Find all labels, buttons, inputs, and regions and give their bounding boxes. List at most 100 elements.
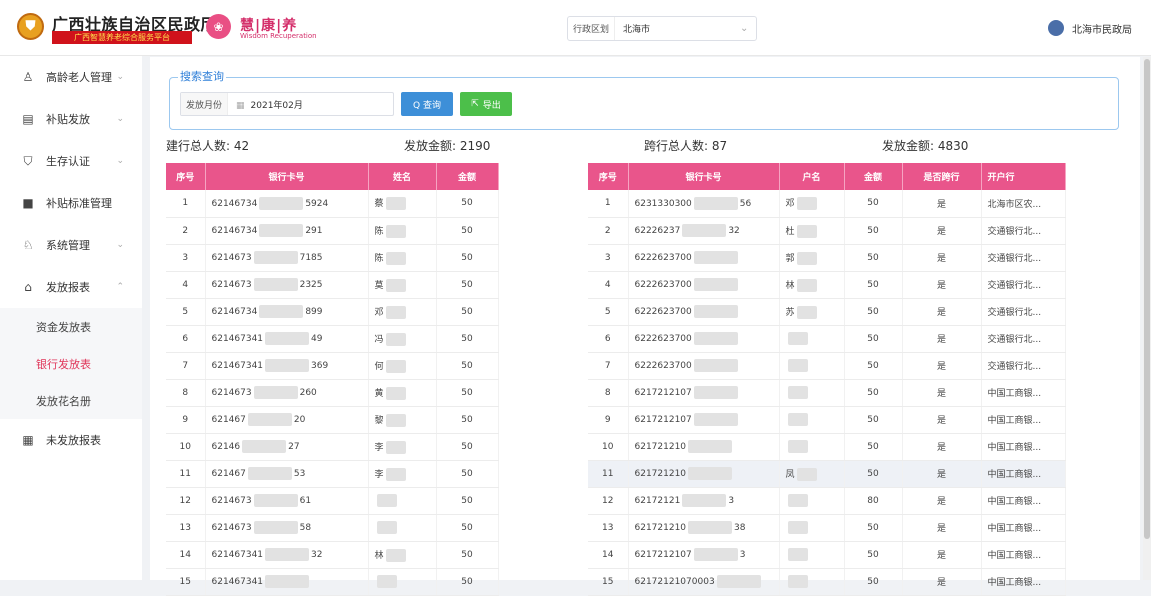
table-row[interactable]: 4 6222623700 林 50 是交通银行北... bbox=[588, 271, 1066, 299]
name-text: 邓 bbox=[785, 199, 795, 210]
cross-bank-cell: 是 bbox=[902, 406, 982, 434]
masked-region bbox=[787, 575, 808, 588]
table-header-row: 序号 银行卡号 姓名 金额 bbox=[166, 163, 499, 190]
table-row[interactable]: 8 6214673 260 黄 50 bbox=[166, 379, 499, 407]
masked-region bbox=[253, 278, 298, 291]
name-cell: 邓 bbox=[368, 298, 437, 326]
sidebar-item-label: 补贴标准管理 bbox=[46, 197, 112, 210]
table-row[interactable]: 10 621721210 50 是中国工商银... bbox=[588, 433, 1066, 461]
masked-region bbox=[787, 494, 808, 507]
table-row[interactable]: 9 6217212107 50 是中国工商银... bbox=[588, 406, 1066, 434]
amount-cell: 50 bbox=[844, 460, 903, 488]
amount-cell: 50 bbox=[844, 325, 903, 353]
amount-cell: 50 bbox=[436, 433, 499, 461]
month-picker[interactable]: 发放月份 ▦ 2021年02月 bbox=[180, 92, 394, 116]
card-number-prefix: 62146 bbox=[211, 442, 241, 452]
table-row[interactable]: 13 6214673 58 50 bbox=[166, 514, 499, 542]
name-cell: 莫 bbox=[368, 271, 437, 299]
table-row[interactable]: 7 621467341 369 何 50 bbox=[166, 352, 499, 380]
card-number-cell: 6231330300 56 bbox=[628, 190, 780, 218]
card-number-cell: 621467 53 bbox=[205, 460, 369, 488]
table-row[interactable]: 1 62146734 5924 蔡 50 bbox=[166, 190, 499, 218]
table-row[interactable]: 6 621467341 49 冯 50 bbox=[166, 325, 499, 353]
table-row[interactable]: 2 62146734 291 陈 50 bbox=[166, 217, 499, 245]
sidebar-item-label: 高龄老人管理 bbox=[46, 71, 112, 84]
table-row[interactable]: 12 6214673 61 50 bbox=[166, 487, 499, 515]
masked-region bbox=[385, 224, 406, 238]
table-row[interactable]: 13 621721210 38 50 是中国工商银... bbox=[588, 514, 1066, 542]
masked-region bbox=[385, 251, 406, 265]
table-row[interactable]: 6 6222623700 50 是交通银行北... bbox=[588, 325, 1066, 353]
user-menu[interactable]: 北海市民政局 bbox=[1048, 20, 1132, 36]
column-header: 是否跨行 bbox=[902, 163, 982, 190]
table-row[interactable]: 1 6231330300 56 邓 50 是北海市区农... bbox=[588, 190, 1066, 218]
sidebar-item-subsidy[interactable]: ▤ 补贴发放 ⌄ bbox=[0, 98, 142, 140]
sidebar-item-system[interactable]: ♘ 系统管理 ⌄ bbox=[0, 224, 142, 266]
masked-region bbox=[265, 359, 310, 372]
table-row[interactable]: 3 6222623700 郭 50 是交通银行北... bbox=[588, 244, 1066, 272]
index-cell: 14 bbox=[166, 541, 206, 569]
card-number-prefix: 6214673 bbox=[211, 280, 252, 290]
card-number-cell: 621721210 38 bbox=[628, 514, 780, 542]
card-number-prefix: 621467341 bbox=[211, 361, 264, 371]
table-row[interactable]: 11 621721210 凤 50 是中国工商银... bbox=[588, 460, 1066, 488]
table-row[interactable]: 11 621467 53 李 50 bbox=[166, 460, 499, 488]
page-scrollbar[interactable] bbox=[1143, 57, 1151, 580]
scrollbar-thumb[interactable] bbox=[1144, 59, 1150, 539]
masked-region bbox=[693, 359, 738, 372]
query-button[interactable]: Q 查询 bbox=[401, 92, 453, 116]
card-number-prefix: 6217212107 bbox=[634, 388, 692, 398]
region-select[interactable]: 行政区划 北海市 ⌄ bbox=[567, 16, 757, 41]
table-row[interactable]: 12 62172121 3 80 是中国工商银... bbox=[588, 487, 1066, 515]
sidebar-item-reports[interactable]: ⌂ 发放报表 ⌃ bbox=[0, 266, 142, 308]
table-row[interactable]: 9 621467 20 黎 50 bbox=[166, 406, 499, 434]
card-number-suffix: 899 bbox=[305, 307, 323, 317]
masked-region bbox=[376, 494, 397, 507]
card-number-suffix: 32 bbox=[311, 550, 323, 560]
masked-region bbox=[693, 305, 738, 318]
cross-bank-cell: 是 bbox=[902, 541, 982, 569]
column-header: 银行卡号 bbox=[628, 163, 780, 190]
sidebar-subitem-roster[interactable]: 发放花名册 bbox=[0, 382, 142, 419]
table-row[interactable]: 4 6214673 2325 莫 50 bbox=[166, 271, 499, 299]
masked-region bbox=[787, 413, 808, 426]
table-row[interactable]: 10 62146 27 李 50 bbox=[166, 433, 499, 461]
masked-region bbox=[385, 413, 406, 427]
index-cell: 6 bbox=[588, 325, 629, 353]
table-row[interactable]: 14 6217212107 3 50 是中国工商银... bbox=[588, 541, 1066, 569]
sidebar-item-unissued[interactable]: ▦ 未发放报表 bbox=[0, 419, 142, 461]
table-row[interactable]: 15 621467341 50 bbox=[166, 568, 499, 596]
masked-region bbox=[385, 332, 406, 346]
masked-region bbox=[693, 196, 738, 210]
name-cell: 林 bbox=[368, 541, 437, 569]
sidebar-item-survival[interactable]: ⛉ 生存认证 ⌄ bbox=[0, 140, 142, 182]
region-value: 北海市 bbox=[623, 25, 651, 35]
masked-region bbox=[265, 575, 310, 588]
table-row[interactable]: 14 621467341 32 林 50 bbox=[166, 541, 499, 569]
main-content: 搜索查询 发放月份 ▦ 2021年02月 Q 查询 ⇱ 导出 建行总人数: 42 发… bbox=[150, 57, 1140, 596]
card-number-cell: 621467341 bbox=[205, 568, 369, 596]
table-row[interactable]: 8 6217212107 50 是中国工商银... bbox=[588, 379, 1066, 407]
export-icon: ⇱ bbox=[471, 99, 479, 109]
cross-amount-value: 4830 bbox=[937, 139, 969, 153]
table-row[interactable]: 5 6222623700 苏 50 是交通银行北... bbox=[588, 298, 1066, 326]
table-row[interactable]: 3 6214673 7185 陈 50 bbox=[166, 244, 499, 272]
table-row[interactable]: 15 62172121070003 50 是中国工商银... bbox=[588, 568, 1066, 596]
sidebar-subitem-fund[interactable]: 资金发放表 bbox=[0, 308, 142, 345]
bank-cell: 中国工商银... bbox=[981, 514, 1066, 542]
sidebar-item-elderly[interactable]: ♙ 高龄老人管理 ⌄ bbox=[0, 56, 142, 98]
sidebar-subitem-bank[interactable]: 银行发放表 bbox=[0, 345, 142, 382]
index-cell: 7 bbox=[166, 352, 206, 380]
name-text: 苏 bbox=[785, 307, 795, 318]
table-row[interactable]: 7 6222623700 50 是交通银行北... bbox=[588, 352, 1066, 380]
export-button[interactable]: ⇱ 导出 bbox=[460, 92, 512, 116]
card-number-prefix: 621467 bbox=[211, 469, 246, 479]
table-row[interactable]: 2 62226237 32 杜 50 是交通银行北... bbox=[588, 217, 1066, 245]
ccb-amount: 发放金额: 2190 bbox=[404, 137, 490, 154]
sidebar-item-standard[interactable]: ■ 补贴标准管理 bbox=[0, 182, 142, 224]
index-cell: 1 bbox=[166, 190, 206, 218]
name-cell bbox=[779, 325, 845, 353]
amount-cell: 50 bbox=[844, 379, 903, 407]
table-row[interactable]: 5 62146734 899 邓 50 bbox=[166, 298, 499, 326]
card-number-prefix: 621467341 bbox=[211, 334, 264, 344]
